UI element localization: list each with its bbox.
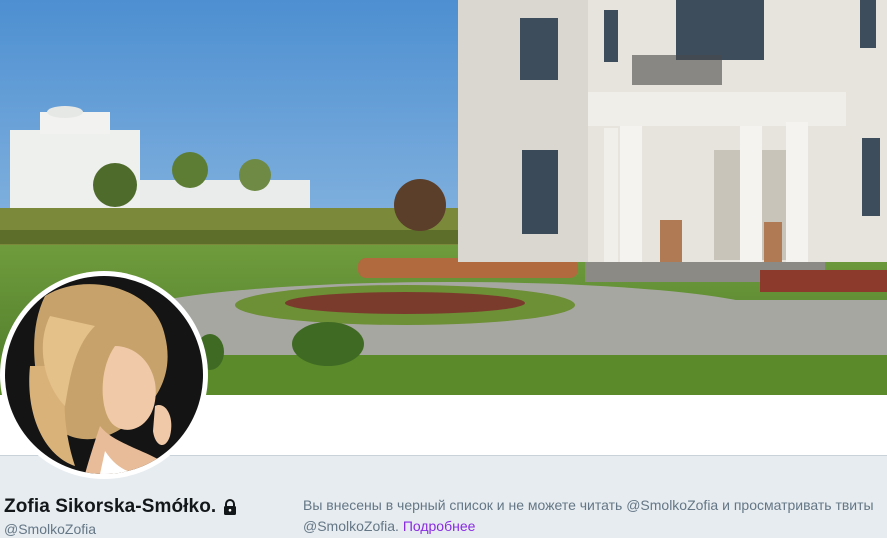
lock-icon bbox=[222, 498, 238, 516]
avatar-image bbox=[5, 276, 203, 474]
screen-name[interactable]: @SmolkoZofia bbox=[4, 521, 96, 537]
blocked-message: Вы внесены в черный список и не можете ч… bbox=[303, 495, 883, 537]
blocked-message-text: Вы внесены в черный список и не можете ч… bbox=[303, 497, 874, 534]
profile-name-row: Zofia Sikorska-Smółko. bbox=[4, 496, 238, 518]
display-name[interactable]: Zofia Sikorska-Smółko. bbox=[4, 496, 216, 518]
learn-more-link[interactable]: Подробнее bbox=[403, 518, 476, 534]
avatar[interactable] bbox=[0, 271, 208, 479]
